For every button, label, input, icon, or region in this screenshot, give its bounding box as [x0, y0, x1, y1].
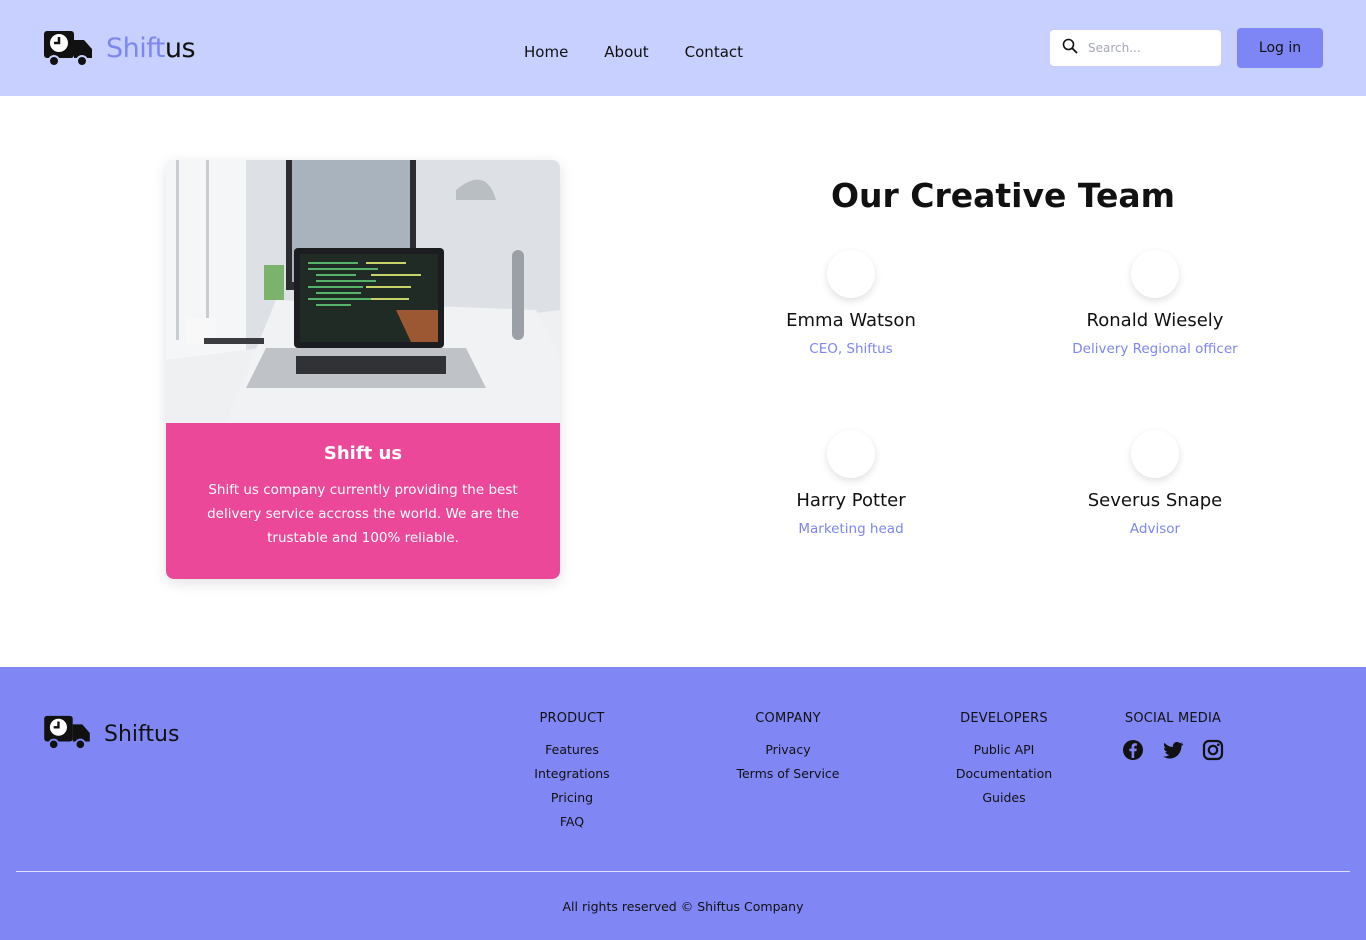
team-heading: Our Creative Team	[830, 176, 1176, 215]
brand-logo[interactable]: Shiftus	[42, 28, 196, 68]
footer-brand: Shiftus	[104, 721, 180, 747]
member-role: Marketing head	[798, 521, 904, 537]
footer-link[interactable]: Documentation	[939, 762, 1069, 786]
search-icon	[1062, 38, 1078, 58]
footer-col-title: COMPANY	[755, 711, 821, 726]
member-name: Ronald Wiesely	[1086, 310, 1224, 331]
delivery-truck-icon	[42, 713, 92, 755]
nav-about[interactable]: About	[604, 42, 648, 62]
footer-col-company: COMPANY Privacy Terms of Service	[718, 711, 858, 786]
copyright-text: All rights reserved © Shiftus Company	[562, 899, 804, 914]
avatar	[1131, 430, 1179, 478]
footer-logo[interactable]: Shiftus	[42, 713, 179, 755]
footer-link[interactable]: Public API	[939, 738, 1069, 762]
card-title: Shift us	[323, 443, 403, 464]
facebook-icon[interactable]	[1121, 738, 1145, 762]
delivery-truck-icon	[42, 28, 94, 68]
footer-link[interactable]: FAQ	[512, 810, 632, 834]
search-box	[1050, 30, 1221, 66]
footer-col-title: DEVELOPERS	[960, 711, 1048, 726]
footer-col-title: SOCIAL MEDIA	[1124, 711, 1222, 726]
footer-col-social: SOCIAL MEDIA	[1108, 711, 1238, 762]
card-description: Shift us company currently providing the…	[207, 482, 519, 546]
team-member: Ronald Wiesely Delivery Regional officer	[1025, 250, 1285, 357]
member-role: Advisor	[1129, 521, 1181, 537]
footer-link[interactable]: Pricing	[512, 786, 632, 810]
avatar	[827, 430, 875, 478]
nav-home[interactable]: Home	[524, 42, 568, 62]
footer-link[interactable]: Integrations	[512, 762, 632, 786]
team-member: Severus Snape Advisor	[1025, 430, 1285, 537]
avatar	[1131, 250, 1179, 298]
member-role: Delivery Regional officer	[1072, 341, 1238, 357]
nav-contact[interactable]: Contact	[685, 42, 743, 62]
avatar	[827, 250, 875, 298]
main-nav: Home About Contact	[524, 42, 779, 62]
footer-link[interactable]: Guides	[939, 786, 1069, 810]
search-input[interactable]	[1088, 41, 1208, 55]
member-role: CEO, Shiftus	[809, 341, 893, 357]
company-card: Shift us Shift us company currently prov…	[166, 160, 560, 579]
login-button[interactable]: Log in	[1237, 28, 1323, 68]
footer-divider	[16, 871, 1350, 872]
site-footer: Shiftus PRODUCT Features Integrations Pr…	[0, 667, 1366, 940]
footer-col-title: PRODUCT	[539, 711, 605, 726]
team-member: Emma Watson CEO, Shiftus	[721, 250, 981, 357]
member-name: Harry Potter	[796, 490, 906, 511]
footer-link[interactable]: Privacy	[718, 738, 858, 762]
member-name: Emma Watson	[786, 310, 916, 331]
social-links	[1108, 738, 1238, 762]
footer-col-developers: DEVELOPERS Public API Documentation Guid…	[939, 711, 1069, 810]
footer-col-product: PRODUCT Features Integrations Pricing FA…	[512, 711, 632, 834]
team-member: Harry Potter Marketing head	[721, 430, 981, 537]
brand-name: Shiftus	[106, 32, 196, 64]
workspace-photo	[166, 160, 560, 423]
card-body: Shift us Shift us company currently prov…	[166, 423, 560, 579]
twitter-icon[interactable]	[1161, 738, 1185, 762]
footer-link[interactable]: Terms of Service	[718, 762, 858, 786]
footer-link[interactable]: Features	[512, 738, 632, 762]
instagram-icon[interactable]	[1201, 738, 1225, 762]
site-header: Shiftus Home About Contact Log in	[0, 0, 1366, 96]
member-name: Severus Snape	[1087, 490, 1223, 511]
